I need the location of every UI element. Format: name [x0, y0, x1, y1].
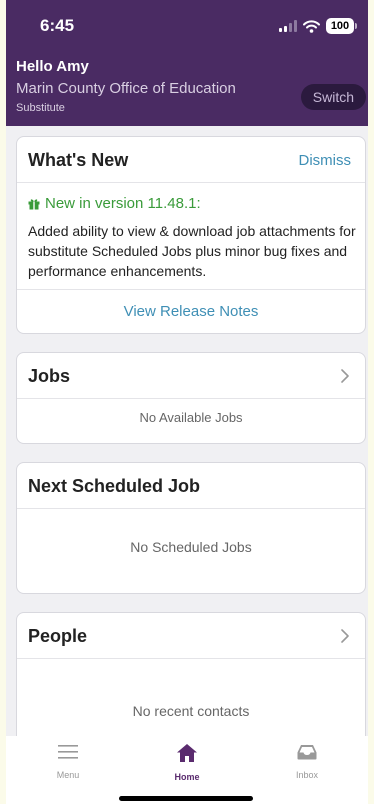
tab-menu[interactable]: Menu: [23, 744, 113, 780]
whats-new-title: What's New: [28, 150, 129, 170]
people-title: People: [28, 626, 88, 646]
status-bar: 6:45 100: [6, 0, 368, 50]
people-header[interactable]: People: [17, 613, 365, 659]
tab-inbox[interactable]: Inbox: [262, 744, 352, 780]
dismiss-button[interactable]: Dismiss: [299, 152, 352, 169]
tab-home[interactable]: Home: [142, 744, 232, 782]
home-indicator[interactable]: [119, 796, 253, 801]
app-header: 6:45 100 Hello Amy Marin County Office o…: [6, 0, 368, 126]
tab-inbox-label: Inbox: [295, 770, 319, 780]
status-time: 6:45: [40, 16, 75, 35]
people-empty-message: No recent contacts: [132, 703, 250, 719]
chevron-right-icon: [341, 629, 349, 643]
gift-icon: [28, 198, 40, 209]
app-screen: 6:45 100 Hello Amy Marin County Office o…: [6, 0, 368, 804]
jobs-header[interactable]: Jobs: [17, 353, 365, 399]
switch-button[interactable]: Switch: [300, 84, 366, 110]
wifi-icon: [303, 19, 320, 33]
inbox-icon: [297, 745, 317, 760]
release-description: Added ability to view & download job att…: [28, 223, 356, 279]
organization-name: Marin County Office of Education: [16, 80, 236, 97]
battery-icon: 100: [326, 18, 357, 34]
greeting-text: Hello Amy: [16, 58, 89, 75]
whats-new-header: What's New Dismiss: [17, 137, 365, 183]
jobs-empty-message: No Available Jobs: [139, 410, 243, 425]
version-heading: New in version 11.48.1:: [28, 195, 201, 212]
release-divider: [17, 289, 365, 290]
status-icons: 100: [279, 18, 357, 34]
next-scheduled-job-card: Next Scheduled Job No Scheduled Jobs: [16, 462, 366, 594]
bottom-tab-bar: Menu Home Inbox: [6, 736, 368, 804]
tab-menu-label: Menu: [56, 770, 80, 780]
user-role: Substitute: [16, 102, 65, 114]
home-content[interactable]: What's New Dismiss New in version 11.48.…: [6, 126, 368, 736]
home-icon: [177, 744, 197, 762]
tab-home-label: Home: [174, 772, 200, 782]
whats-new-card: What's New Dismiss New in version 11.48.…: [16, 136, 366, 334]
next-scheduled-job-header: Next Scheduled Job: [17, 463, 365, 509]
view-release-notes-link[interactable]: View Release Notes: [17, 303, 365, 320]
people-card[interactable]: People No recent contacts: [16, 612, 366, 736]
chevron-right-icon: [341, 369, 349, 383]
jobs-card[interactable]: Jobs No Available Jobs: [16, 352, 366, 444]
cellular-signal-icon: [279, 20, 297, 32]
scheduled-jobs-empty-message: No Scheduled Jobs: [130, 539, 252, 555]
next-scheduled-job-title: Next Scheduled Job: [28, 476, 201, 496]
version-heading-text: New in version 11.48.1:: [45, 195, 201, 212]
menu-icon: [58, 745, 78, 759]
jobs-title: Jobs: [28, 366, 71, 386]
